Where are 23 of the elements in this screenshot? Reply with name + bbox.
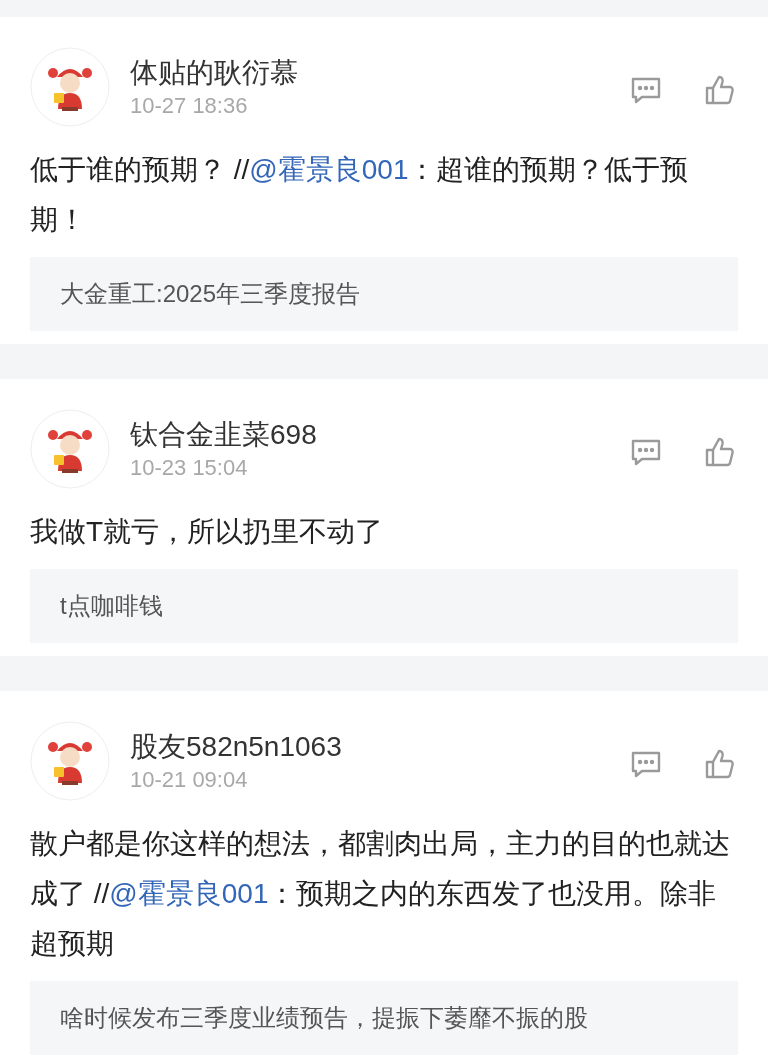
thumbs-up-icon[interactable]	[704, 436, 736, 468]
username[interactable]: 体贴的耿衍慕	[130, 54, 630, 92]
mention-link[interactable]: @霍景良001	[249, 154, 409, 185]
comment-text: 我做T就亏，所以扔里不动了	[30, 515, 385, 549]
thumbs-up-icon[interactable]	[704, 748, 736, 780]
avatar-icon	[30, 47, 110, 127]
username[interactable]: 股友582n5n1063	[130, 728, 630, 766]
timestamp: 10-23 15:04	[130, 454, 249, 482]
timestamp: 10-27 18:36	[130, 92, 249, 120]
mention-link[interactable]: @霍景良001	[109, 878, 269, 909]
comment-text: 低于谁的预期？ //@霍景良001：超谁的预期？低于预期！	[30, 153, 690, 237]
quoted-post[interactable]: 啥时候发布三季度业绩预告，提振下萎靡不振的股	[30, 981, 738, 1055]
avatar-icon	[30, 721, 110, 801]
comment-text: 散户都是你这样的想法，都割肉出局，主力的目的也就达成了 //@霍景良001：预期之内的东西发了也没用。除非超预期	[30, 827, 731, 961]
thumbs-up-icon[interactable]	[704, 74, 736, 106]
comment-icon[interactable]	[630, 76, 662, 104]
comment-icon[interactable]	[630, 750, 662, 778]
comment-icon[interactable]	[630, 438, 662, 466]
quoted-post[interactable]: 大金重工:2025年三季度报告	[30, 257, 738, 331]
username[interactable]: 钛合金韭菜698	[130, 416, 630, 454]
quoted-post[interactable]: t点咖啡钱	[30, 569, 738, 643]
avatar-icon	[30, 409, 110, 489]
timestamp: 10-21 09:04	[130, 766, 249, 794]
